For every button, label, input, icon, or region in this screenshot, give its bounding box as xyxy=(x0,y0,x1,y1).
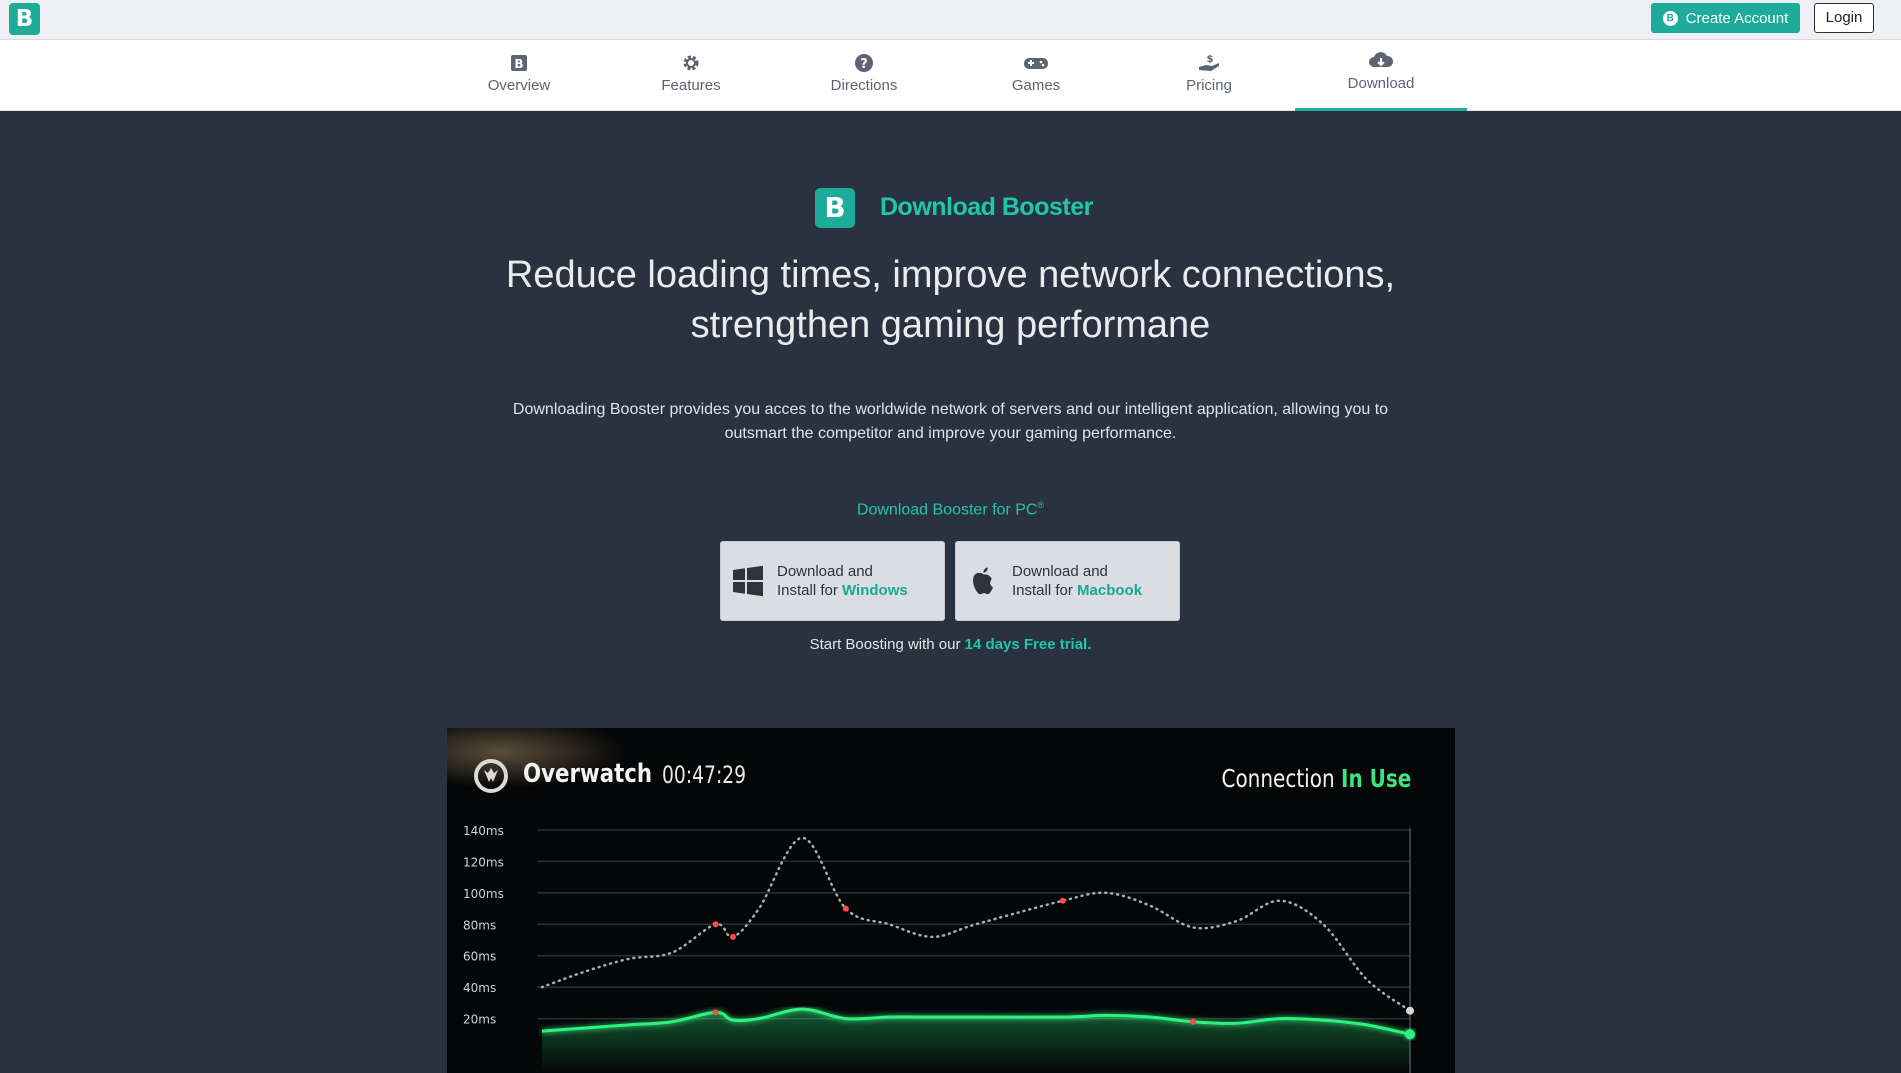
create-account-label: Create Account xyxy=(1685,9,1789,27)
login-button[interactable]: Login xyxy=(1814,3,1874,33)
tab-directions-label: Directions xyxy=(830,77,898,94)
create-account-button[interactable]: B Create Account xyxy=(1651,3,1800,33)
y-tick-label: 20ms xyxy=(463,1013,496,1027)
spike-point xyxy=(712,921,719,928)
download-title-text: Download Booster for PC xyxy=(856,501,1038,519)
booster-end-point xyxy=(1405,1029,1415,1040)
top-bar: B B Create Account Login xyxy=(0,0,1901,40)
apple-icon xyxy=(973,567,993,595)
tab-download[interactable]: Download xyxy=(1295,40,1467,111)
cloud-download-icon xyxy=(1369,52,1394,67)
download-macbook-line2: Install for Macbook xyxy=(1012,581,1142,600)
tab-games-label: Games xyxy=(1011,77,1061,94)
tab-overview[interactable]: B Overview xyxy=(433,40,605,111)
tab-pricing[interactable]: $ Pricing xyxy=(1123,40,1295,111)
tab-features-label: Features xyxy=(661,77,721,94)
spike-point xyxy=(712,1009,719,1016)
y-tick-label: 140ms xyxy=(463,824,504,838)
macbook-os-name: Macbook xyxy=(1077,582,1143,599)
hero-logo: B xyxy=(815,188,855,228)
dollar-hand-icon: $ xyxy=(1199,54,1219,71)
download-windows-line1: Download and xyxy=(777,563,873,580)
y-tick-label: 60ms xyxy=(463,950,496,964)
brand-logo[interactable]: B xyxy=(9,3,40,35)
svg-text:?: ? xyxy=(860,57,868,72)
game-performance-panel: Overwatch 00:47:29 Connection In Use 140… xyxy=(447,728,1455,1073)
b-logo-icon: B xyxy=(511,55,527,71)
baseline-end-point xyxy=(1406,1006,1414,1015)
tab-pricing-label: Pricing xyxy=(1186,77,1232,94)
svg-text:B: B xyxy=(514,57,523,71)
y-tick-label: 120ms xyxy=(463,855,504,869)
registered-mark: ® xyxy=(1037,500,1045,510)
hero-brand-title: Download Booster xyxy=(880,193,1093,221)
y-tick-label: 40ms xyxy=(463,981,496,995)
gear-icon xyxy=(683,55,699,71)
tab-games[interactable]: Games xyxy=(950,40,1122,111)
y-tick-label: 80ms xyxy=(463,918,496,932)
main-nav: B Overview Features ? Directions Games $… xyxy=(0,40,1901,111)
download-macbook-button[interactable]: Download and Install for Macbook xyxy=(955,541,1180,621)
free-trial-text: Start Boosting with our 14 days Free tri… xyxy=(700,636,1201,653)
svg-text:$: $ xyxy=(1207,54,1214,65)
download-macbook-prefix: Install for xyxy=(1012,582,1078,599)
download-macbook-line1: Download and xyxy=(1012,563,1108,580)
headline-line-1: Reduce loading times, improve network co… xyxy=(505,254,1396,296)
gamepad-icon xyxy=(1024,58,1048,69)
headline-line-2: strengthen gaming performane xyxy=(690,304,1211,346)
download-macbook-text: Download and Install for Macbook xyxy=(1012,562,1142,600)
hero-description: Downloading Booster provides you acces t… xyxy=(512,401,1389,442)
trial-prefix: Start Boosting with our xyxy=(809,636,965,653)
download-title: Download Booster for PC® xyxy=(750,500,1151,519)
download-windows-text: Download and Install for Windows xyxy=(777,562,908,600)
download-windows-line2: Install for Windows xyxy=(777,581,908,600)
download-windows-prefix: Install for xyxy=(777,582,843,599)
windows-os-name: Windows xyxy=(842,582,908,599)
tab-overview-label: Overview xyxy=(487,77,551,94)
spike-point xyxy=(1190,1018,1196,1025)
tab-directions[interactable]: ? Directions xyxy=(778,40,950,111)
ping-chart: 140ms 120ms 100ms 80ms 60ms 40ms 20ms xyxy=(463,824,1415,1073)
trial-link[interactable]: 14 days Free trial. xyxy=(965,636,1092,653)
y-tick-label: 100ms xyxy=(463,887,504,901)
brand-mini-icon: B xyxy=(1662,10,1678,26)
windows-icon xyxy=(733,565,763,597)
spike-point xyxy=(1059,897,1066,904)
spike-point xyxy=(842,905,849,912)
page-headline: Reduce loading times, improve network co… xyxy=(400,250,1501,350)
download-windows-button[interactable]: Download and Install for Windows xyxy=(720,541,945,621)
tab-download-label: Download xyxy=(1347,75,1415,92)
question-icon: ? xyxy=(855,54,873,72)
spike-point xyxy=(729,933,736,940)
tab-features[interactable]: Features xyxy=(605,40,777,111)
